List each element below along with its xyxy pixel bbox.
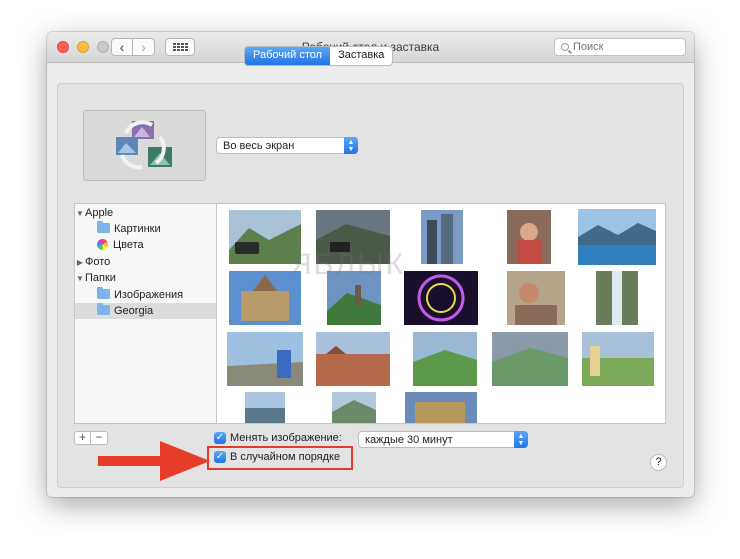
thumbnail-image[interactable]: [245, 392, 285, 424]
thumbnail-image[interactable]: [507, 210, 551, 264]
disclosure-open-icon[interactable]: ▼: [75, 271, 85, 287]
sidebar-item-colors[interactable]: Цвета: [75, 237, 216, 253]
fill-mode-select[interactable]: Во весь экран ▲ ▼: [216, 137, 358, 154]
updown-arrows-icon: ▲ ▼: [514, 431, 528, 448]
interval-value: каждые 30 минут: [365, 433, 453, 446]
folder-icon: [97, 303, 110, 315]
folder-icon: [97, 221, 110, 233]
help-button[interactable]: ?: [650, 454, 667, 471]
thumbnail-image[interactable]: [227, 332, 303, 386]
random-order-label: В случайном порядке: [230, 451, 341, 463]
thumbnail-image[interactable]: [421, 210, 463, 264]
thumbnail-image[interactable]: [316, 332, 390, 386]
interval-select[interactable]: каждые 30 минут ▲ ▼: [358, 431, 528, 448]
desktop-preview: [83, 110, 206, 181]
sidebar-item-label: Фото: [85, 256, 111, 268]
image-gallery: [216, 203, 666, 424]
thumbnail-image[interactable]: [404, 271, 478, 325]
random-order-checkbox[interactable]: ✓ В случайном порядке: [214, 451, 340, 463]
rotating-images-icon: [116, 120, 172, 170]
fill-mode-value: Во весь экран: [223, 139, 295, 152]
sidebar-group-folders[interactable]: ▼Папки: [75, 270, 216, 286]
tab-screensaver[interactable]: Заставка: [330, 47, 392, 65]
thumbnail-image[interactable]: [413, 332, 477, 386]
thumbnail-image[interactable]: [492, 332, 568, 386]
add-folder-button[interactable]: +: [74, 431, 91, 445]
thumbnail-image[interactable]: [332, 392, 376, 424]
sidebar-item-label: Картинки: [114, 223, 161, 235]
tab-bar: Рабочий стол Заставка: [244, 46, 394, 66]
sidebar-item-label: Apple: [85, 207, 114, 219]
sidebar-item-label: Папки: [85, 272, 116, 284]
color-wheel-icon: [97, 239, 108, 250]
sidebar-item-label: Цвета: [113, 239, 144, 251]
checkmark-icon: ✓: [214, 432, 226, 444]
sidebar-group-apple[interactable]: ▼Apple: [75, 205, 216, 221]
disclosure-closed-icon[interactable]: ▶: [75, 255, 85, 271]
change-picture-checkbox[interactable]: ✓ Менять изображение:: [214, 432, 342, 444]
thumbnail-image[interactable]: [578, 209, 656, 265]
checkmark-icon: ✓: [214, 451, 226, 463]
watermark: ЯБЛЫК: [290, 248, 406, 281]
search-field[interactable]: [554, 38, 686, 56]
thumbnail-image[interactable]: [405, 392, 477, 424]
sidebar-item-label: Изображения: [114, 289, 184, 301]
red-arrow-icon: [98, 441, 210, 481]
source-list: ▼Apple Картинки Цвета ▶ Фото ▼Папки Изобр…: [74, 203, 216, 424]
thumbnail-image[interactable]: [596, 271, 638, 325]
sidebar-item-images[interactable]: Изображения: [75, 287, 216, 303]
sidebar-item-georgia[interactable]: Georgia: [75, 303, 216, 319]
thumbnail-image[interactable]: [507, 271, 565, 325]
folder-icon: [97, 287, 110, 299]
search-icon: [561, 43, 569, 51]
sidebar-item-label: Georgia: [114, 305, 154, 317]
disclosure-open-icon[interactable]: ▼: [75, 206, 85, 222]
updown-arrows-icon: ▲ ▼: [344, 137, 358, 154]
thumbnail-image[interactable]: [582, 332, 654, 386]
search-input[interactable]: [573, 41, 673, 53]
tab-desktop[interactable]: Рабочий стол: [245, 47, 331, 65]
change-picture-label: Менять изображение:: [230, 432, 342, 444]
sidebar-group-photos[interactable]: ▶ Фото: [75, 254, 216, 270]
sidebar-item-pictures[interactable]: Картинки: [75, 221, 216, 237]
